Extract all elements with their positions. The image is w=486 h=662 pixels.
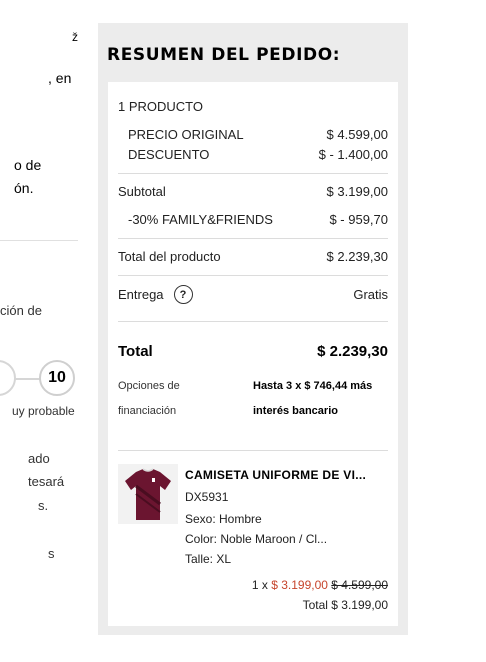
financing-value: Hasta 3 x $ 746,44 más interés bancario bbox=[253, 380, 373, 417]
subtotal-label: Subtotal bbox=[118, 184, 166, 199]
product-total-label: Total del producto bbox=[118, 249, 221, 264]
rating-label-high: uy probable bbox=[12, 404, 75, 418]
promo-label: -30% FAMILY&FRIENDS bbox=[128, 212, 273, 227]
product-size: Talle: XL bbox=[185, 552, 232, 566]
clipped-text: tesará bbox=[28, 474, 65, 489]
discount-value: $ - 1.400,00 bbox=[318, 147, 388, 162]
quantity-prefix: 1 x bbox=[251, 578, 268, 592]
delivery-row: Entrega ? Gratis bbox=[118, 285, 388, 304]
grand-total-row: Total $ 2.239,30 bbox=[118, 343, 388, 360]
delivery-value: Gratis bbox=[353, 287, 388, 302]
grand-total-value: $ 2.239,30 bbox=[317, 343, 388, 360]
product-line-total: Total $ 3.199,00 bbox=[302, 598, 388, 612]
subtotal-row: Subtotal $ 3.199,00 bbox=[118, 184, 388, 199]
clipped-text: s bbox=[48, 546, 55, 561]
clipped-text: , en bbox=[48, 70, 72, 86]
clipped-text: ción de bbox=[0, 303, 42, 318]
product-gender: Sexo: Hombre bbox=[185, 512, 262, 526]
grand-total-label: Total bbox=[118, 343, 153, 360]
discount-row: DESCUENTO $ - 1.400,00 bbox=[128, 147, 388, 162]
divider bbox=[118, 173, 388, 174]
product-sku: DX5931 bbox=[185, 490, 229, 504]
rating-option-10[interactable]: 10 bbox=[39, 360, 75, 396]
product-total-row: Total del producto $ 2.239,30 bbox=[118, 249, 388, 264]
order-summary-card: 1 PRODUCTO PRECIO ORIGINAL $ 4.599,00 DE… bbox=[108, 82, 398, 626]
clipped-text: s. bbox=[38, 498, 49, 513]
checkout-form-column: ž , en o de ón. ción de 10 uy probable a… bbox=[0, 0, 98, 662]
product-total-value: $ 2.239,30 bbox=[326, 249, 388, 264]
promo-row: -30% FAMILY&FRIENDS $ - 959,70 bbox=[128, 212, 388, 227]
order-summary-panel: RESUMEN DEL PEDIDO: 1 PRODUCTO PRECIO OR… bbox=[98, 23, 408, 635]
original-price-row: PRECIO ORIGINAL $ 4.599,00 bbox=[128, 127, 388, 142]
clipped-text: o de bbox=[14, 157, 42, 173]
product-price-line: 1 x $ 3.199,00 $ 4.599,00 bbox=[252, 578, 388, 592]
product-count: 1 PRODUCTO bbox=[118, 99, 203, 114]
help-icon[interactable]: ? bbox=[173, 285, 193, 304]
divider bbox=[118, 275, 388, 276]
clipped-text: ón. bbox=[14, 180, 34, 196]
clipped-text: ž bbox=[72, 30, 78, 44]
section-divider bbox=[0, 240, 78, 241]
next-section-card bbox=[108, 635, 398, 662]
delivery-label: Entrega bbox=[118, 287, 164, 302]
rating-option-9[interactable] bbox=[0, 360, 16, 396]
order-summary-title: RESUMEN DEL PEDIDO: bbox=[107, 45, 341, 65]
clipped-text: ado bbox=[28, 451, 50, 466]
discount-label: DESCUENTO bbox=[128, 147, 210, 162]
sale-price: $ 3.199,00 bbox=[271, 578, 328, 592]
divider bbox=[118, 321, 388, 322]
financing-label: Opciones de financiación bbox=[118, 380, 180, 417]
original-price-value: $ 4.599,00 bbox=[326, 127, 388, 142]
product-name[interactable]: CAMISETA UNIFORME DE VI... bbox=[185, 468, 366, 482]
original-price-label: PRECIO ORIGINAL bbox=[128, 127, 244, 142]
divider bbox=[118, 450, 388, 451]
promo-value: $ - 959,70 bbox=[329, 212, 388, 227]
jersey-image bbox=[118, 464, 178, 524]
original-price-strikethrough: $ 4.599,00 bbox=[331, 578, 388, 592]
product-thumbnail[interactable] bbox=[118, 464, 178, 524]
subtotal-value: $ 3.199,00 bbox=[326, 184, 388, 199]
rating-option-label: 10 bbox=[48, 369, 66, 386]
divider bbox=[118, 238, 388, 239]
product-color: Color: Noble Maroon / Cl... bbox=[185, 532, 328, 546]
